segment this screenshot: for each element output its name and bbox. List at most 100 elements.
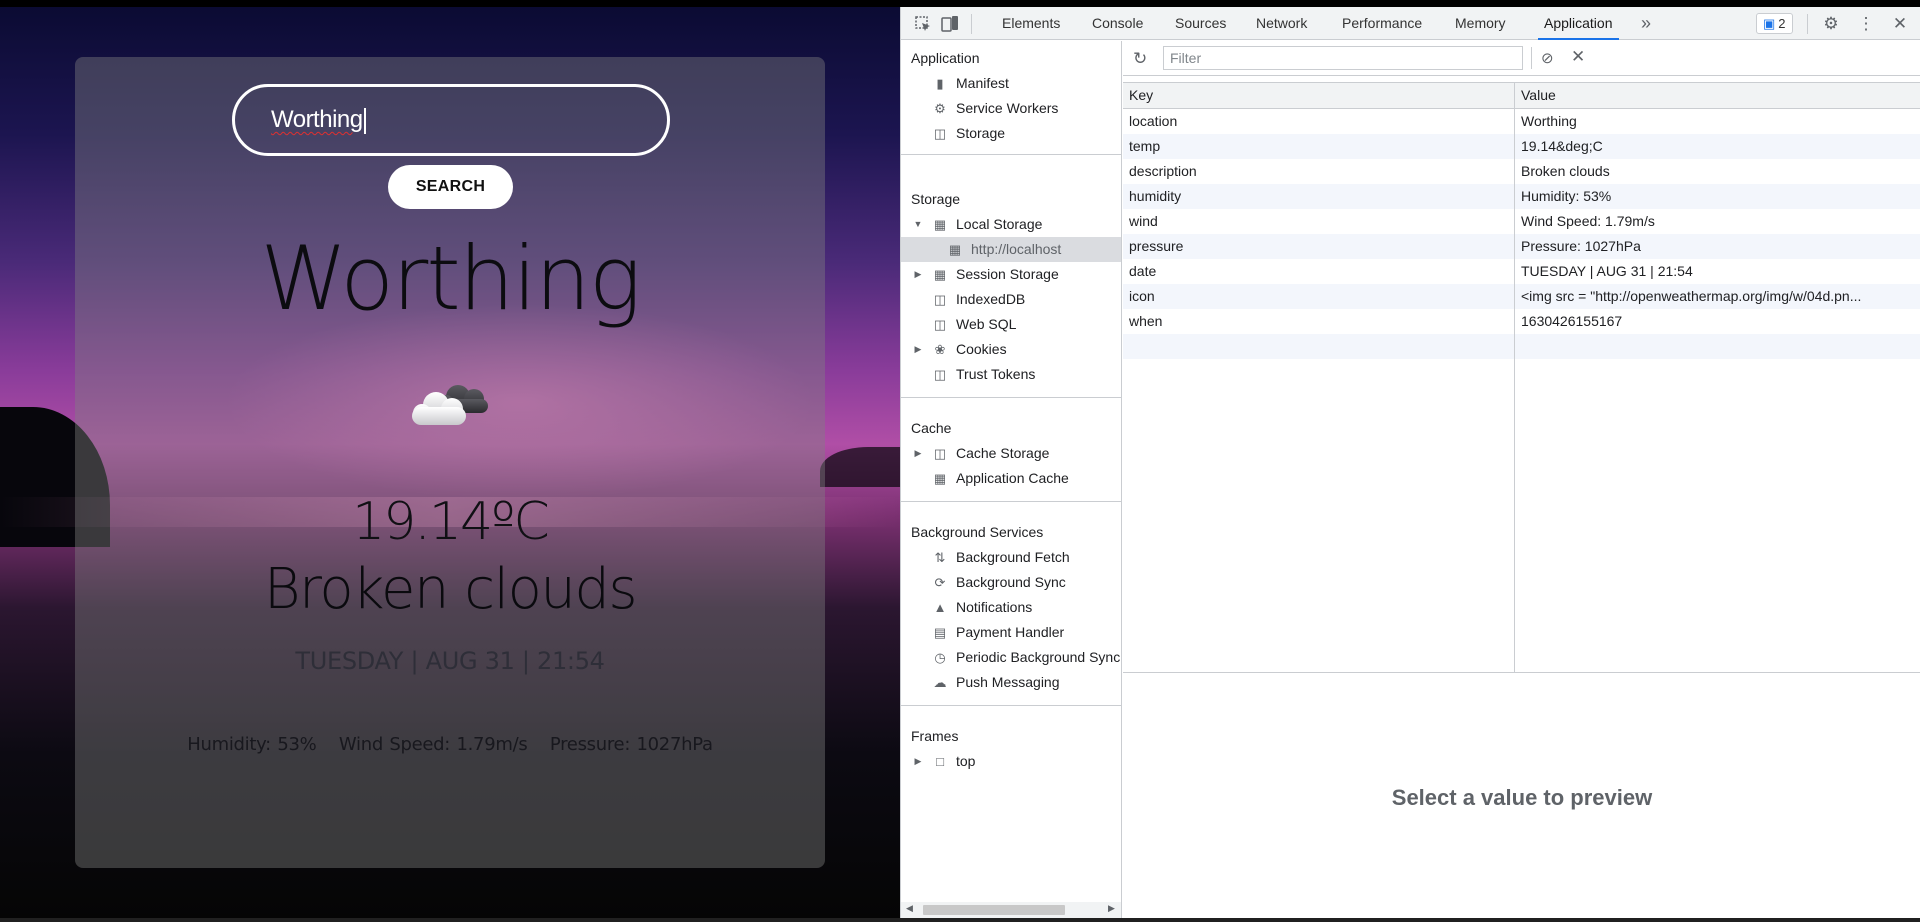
sidebar-item-notifications[interactable]: ▲ Notifications [901,595,1121,620]
filter-input[interactable] [1163,46,1523,70]
close-icon[interactable]: ✕ [1891,15,1909,33]
issues-count: 2 [1778,16,1786,31]
sidebar-item-localhost[interactable]: ▦ http://localhost [901,237,1121,262]
collapsed-triangle-icon[interactable]: ▶ [913,337,923,362]
more-options-icon[interactable]: ⋮ [1857,15,1875,33]
section-title-frames: Frames [911,728,959,744]
sidebar-horizontal-scrollbar[interactable]: ◀ ▶ [901,902,1121,918]
table-row[interactable]: humidity Humidity: 53% [1123,184,1920,209]
database-icon: ◫ [933,367,947,382]
refresh-icon[interactable]: ↻ [1133,49,1147,69]
sidebar-item-local-storage[interactable]: ▼ ▦ Local Storage [901,212,1121,237]
inspect-element-icon[interactable] [914,15,932,33]
row-value: Humidity: 53% [1521,188,1612,204]
pressure-stat: Pressure: 1027hPa [549,734,713,755]
sidebar-item-frame-top[interactable]: ▶ □ top [901,749,1121,774]
database-icon: ◫ [933,126,947,141]
delete-selected-icon[interactable]: ✕ [1571,47,1585,67]
table-icon: ▦ [933,471,947,486]
sidebar-item-label: Cache Storage [956,445,1050,461]
sidebar-item-label: Storage [956,125,1006,141]
key-value-table: Key Value location Worthing temp 19.14&deg… [1123,82,1920,673]
sidebar-item-label: Trust Tokens [956,366,1036,382]
sidebar-item-cookies[interactable]: ▶ ❀ Cookies [901,337,1121,362]
sidebar-item-trust-tokens[interactable]: ◫ Trust Tokens [901,362,1121,387]
tab-memory[interactable]: Memory [1455,7,1506,40]
sidebar-item-label: Application Cache [956,470,1069,486]
table-row[interactable]: pressure Pressure: 1027hPa [1123,234,1920,259]
issues-button[interactable]: ▣ 2 [1756,13,1793,34]
humidity-stat: Humidity: 53% [187,734,317,755]
sidebar-item-cache-storage[interactable]: ▶ ◫ Cache Storage [901,441,1121,466]
sidebar-item-service-workers[interactable]: ⚙ Service Workers [901,96,1121,121]
sidebar-item-session-storage[interactable]: ▶ ▦ Session Storage [901,262,1121,287]
collapsed-triangle-icon[interactable]: ▶ [913,749,923,774]
table-header-row: Key Value [1123,83,1920,109]
row-key: humidity [1129,188,1182,204]
sidebar-item-payment-handler[interactable]: ▤ Payment Handler [901,620,1121,645]
sidebar-item-background-fetch[interactable]: ⇅ Background Fetch [901,545,1121,570]
clear-all-icon[interactable]: ⊘ [1541,49,1554,67]
header-key[interactable]: Key [1129,83,1509,108]
table-row[interactable]: temp 19.14&deg;C [1123,134,1920,159]
sidebar-item-label: Periodic Background Sync [956,649,1121,665]
search-button[interactable]: SEARCH [388,165,513,209]
sidebar-item-storage[interactable]: ◫ Storage [901,121,1121,146]
column-divider[interactable] [1514,83,1515,672]
row-value: <img src = "http://openweathermap.org/im… [1521,288,1862,304]
more-tabs-chevron-icon[interactable]: » [1641,7,1651,40]
tab-network[interactable]: Network [1256,7,1307,40]
credit-card-icon: ▤ [933,625,947,640]
devtools-toolbar: Elements Console Sources Network Perform… [901,7,1920,40]
sidebar-item-label: Payment Handler [956,624,1065,640]
collapsed-triangle-icon[interactable]: ▶ [913,262,923,287]
sidebar-item-periodic-background-sync[interactable]: ◷ Periodic Background Sync [901,645,1121,670]
broken-clouds-icon [412,385,488,425]
sidebar-item-push-messaging[interactable]: ☁ Push Messaging [901,670,1121,695]
tab-application[interactable]: Application [1538,7,1619,40]
sidebar-item-label: Cookies [956,341,1007,357]
sidebar-item-label: http://localhost [971,241,1062,257]
clock-icon: ◷ [934,650,946,665]
sidebar-item-indexeddb[interactable]: ◫ IndexedDB [901,287,1121,312]
scrollbar-thumb[interactable] [923,905,1065,915]
header-value[interactable]: Value [1521,83,1913,108]
settings-gear-icon[interactable]: ⚙ [1822,15,1840,33]
expanded-triangle-icon[interactable]: ▼ [913,212,923,237]
sidebar-item-manifest[interactable]: ▮ Manifest [901,71,1121,96]
tab-performance[interactable]: Performance [1342,7,1422,40]
table-row[interactable]: location Worthing [1123,109,1920,134]
row-key: icon [1129,288,1155,304]
tab-elements[interactable]: Elements [1002,7,1060,40]
row-value: Broken clouds [1521,163,1610,179]
cloud-icon: ☁ [933,675,947,690]
table-row[interactable]: icon <img src = "http://openweathermap.or… [1123,284,1920,309]
collapsed-triangle-icon[interactable]: ▶ [913,441,923,466]
sidebar-item-application-cache[interactable]: ▦ Application Cache [901,466,1121,491]
up-down-arrows-icon: ⇅ [934,550,946,565]
table-row[interactable]: description Broken clouds [1123,159,1920,184]
sync-icon: ⟳ [934,575,946,590]
search-input[interactable]: Worthing [232,84,670,156]
scroll-right-arrow-icon[interactable]: ▶ [1108,903,1115,914]
scroll-left-arrow-icon[interactable]: ◀ [906,903,913,914]
tab-console[interactable]: Console [1092,7,1143,40]
row-key: when [1129,313,1163,329]
row-key: wind [1129,213,1158,229]
row-value: 1630426155167 [1521,313,1623,329]
table-row[interactable]: wind Wind Speed: 1.79m/s [1123,209,1920,234]
sidebar-item-label: Push Messaging [956,674,1060,690]
tab-sources[interactable]: Sources [1175,7,1226,40]
row-key: location [1129,113,1178,129]
storage-toolbar: ↻ ⊘ ✕ [1123,41,1920,76]
sidebar-item-web-sql[interactable]: ◫ Web SQL [901,312,1121,337]
table-row[interactable]: date TUESDAY | AUG 31 | 21:54 [1123,259,1920,284]
sidebar-item-background-sync[interactable]: ⟳ Background Sync [901,570,1121,595]
table-icon: ▦ [948,242,962,257]
weather-description: Broken clouds [263,557,638,622]
device-toolbar-icon[interactable] [941,15,959,33]
section-divider [901,501,1121,502]
document-icon: ▮ [936,76,944,91]
table-row[interactable]: when 1630426155167 [1123,309,1920,334]
devtools-panel: Elements Console Sources Network Perform… [900,7,1920,918]
